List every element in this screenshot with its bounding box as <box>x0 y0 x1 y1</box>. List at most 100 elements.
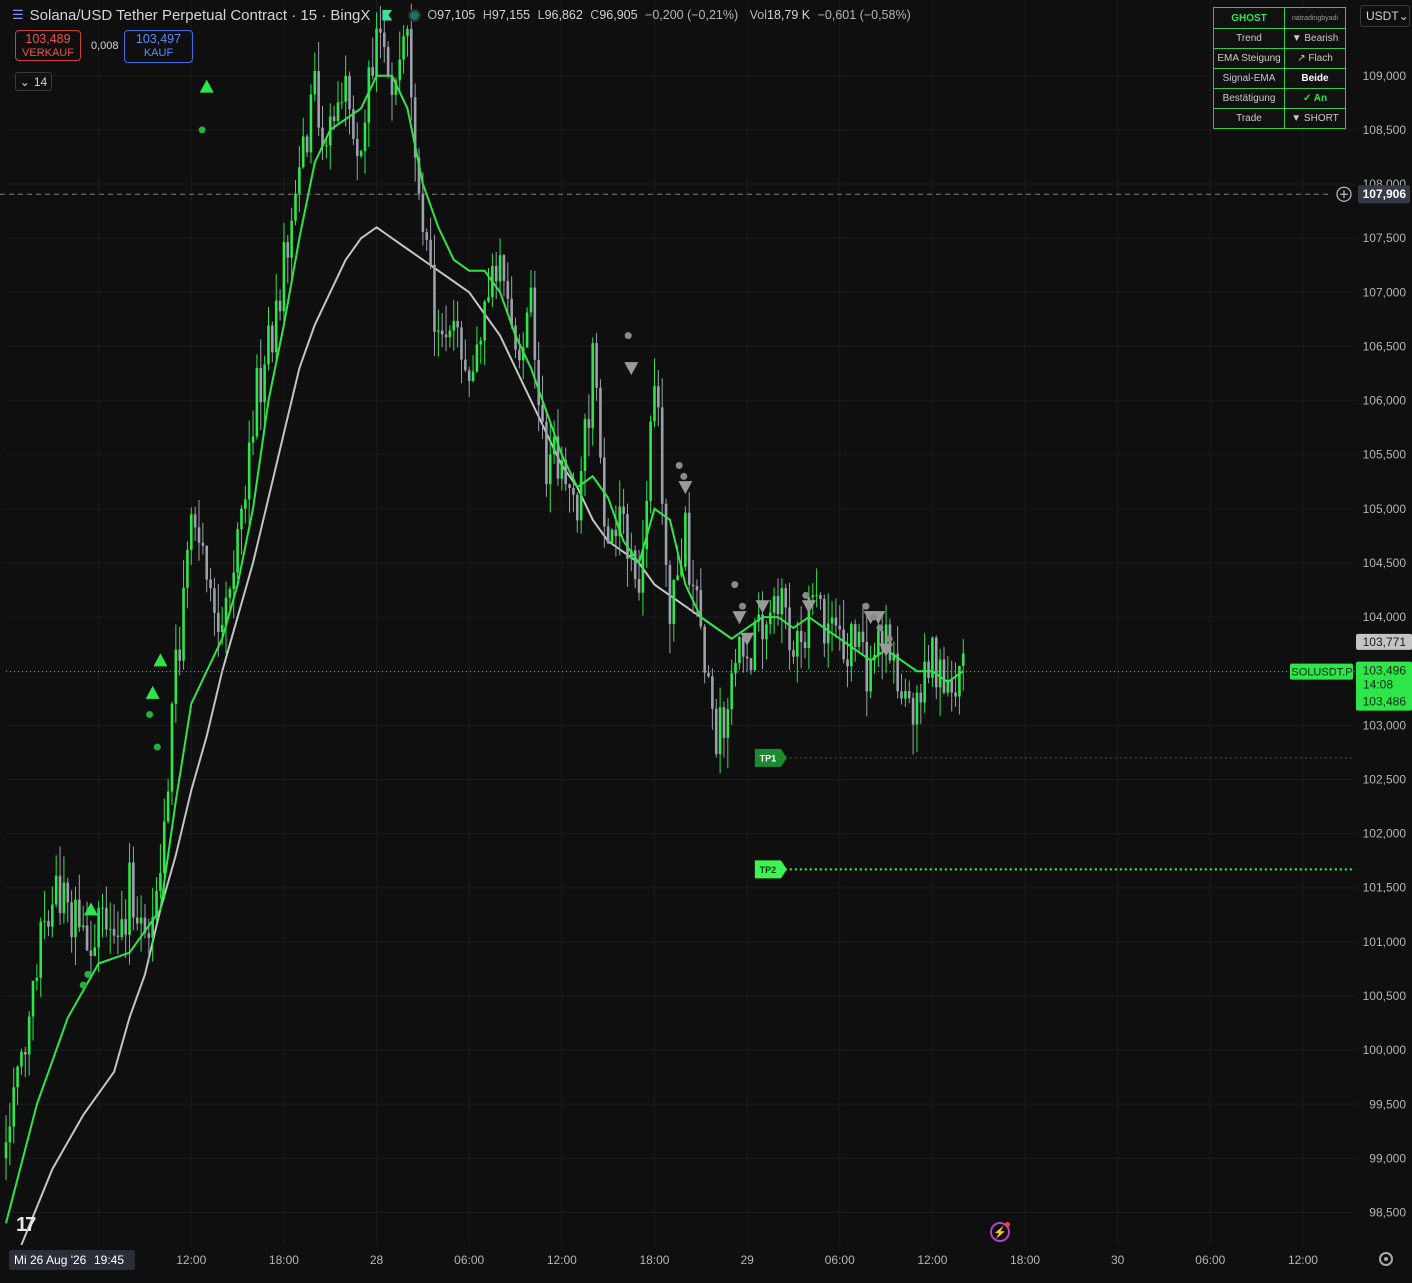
buy-signal-triangle <box>145 685 160 699</box>
price-chart[interactable]: TP1 TP2 98,500 99,000 99,500 100,000 100,500 1… <box>0 0 1412 1283</box>
candle-body <box>74 899 77 938</box>
candle-body <box>197 527 201 543</box>
candle-body <box>174 649 178 704</box>
candle-body <box>614 529 618 537</box>
candle-body <box>796 630 799 657</box>
candle-body <box>780 588 784 615</box>
gear-icon[interactable] <box>1379 1252 1393 1266</box>
candle-body <box>363 122 367 152</box>
lightning-icon[interactable]: ⚡ <box>990 1222 1010 1242</box>
candle-body <box>89 950 93 956</box>
symbol-title[interactable]: Solana/USD Tether Perpetual Contract · 1… <box>30 7 371 24</box>
currency-select[interactable]: USDT ⌄ <box>1360 5 1410 27</box>
ghost-row-label: GHOST <box>1214 8 1285 28</box>
candle-body <box>711 676 714 709</box>
candle-body <box>610 529 614 544</box>
candle-body <box>247 442 251 500</box>
candle-body <box>830 617 834 624</box>
candle-body <box>657 386 660 408</box>
time-axis[interactable]: 06:00 12:00 18:00 28 06:00 12:00 18:00 29 06:00 1… <box>0 1245 1412 1283</box>
candle-body <box>919 692 923 703</box>
candle-body <box>301 136 305 168</box>
candle-body <box>745 656 749 659</box>
candle-body <box>958 665 961 697</box>
y-tick-label: 107,500 <box>1363 231 1407 245</box>
candle-body <box>626 514 629 559</box>
ghost-row-0: GHOST natradingbyadi <box>1214 8 1345 28</box>
flag-icon[interactable] <box>382 9 393 21</box>
candle-body <box>135 917 139 924</box>
candle-body <box>803 641 807 649</box>
candle-body <box>961 653 965 666</box>
candle-body <box>877 630 880 655</box>
ohlc-values: O97,105 H97,155 L96,862 C96,905 −0,200 (… <box>427 8 911 22</box>
chevron-down-icon: ⌄ <box>19 74 30 89</box>
candle-body <box>726 709 730 738</box>
candle-body <box>633 550 637 580</box>
y-tick-label: 105,000 <box>1363 502 1407 516</box>
candle-body <box>552 436 556 455</box>
candle-body <box>911 698 915 725</box>
candle-body <box>942 659 946 693</box>
candle-body <box>950 679 953 693</box>
fast-ema-path <box>5 74 964 1224</box>
candle-body <box>240 508 243 530</box>
candle-body <box>494 265 498 282</box>
candle-body <box>772 596 776 613</box>
buy-dot <box>79 981 87 989</box>
sell-dot <box>731 581 739 589</box>
buy-button[interactable]: 103,497 KAUF <box>124 30 193 63</box>
ghost-row-value: ↗ Flach <box>1297 53 1333 64</box>
candle-body <box>444 334 448 338</box>
y-tick-label: 106,000 <box>1363 394 1407 408</box>
candle-body <box>622 506 625 515</box>
buy-dot <box>146 711 154 719</box>
y-tick-label: 103,000 <box>1363 718 1407 732</box>
candle-body <box>325 145 328 147</box>
x-tick-label: 06:00 <box>454 1253 484 1267</box>
candle-body <box>591 343 595 428</box>
candle-body <box>410 28 413 98</box>
y-tick-label: 105,500 <box>1363 448 1407 462</box>
candle-body <box>139 917 143 924</box>
candle-body <box>35 977 39 981</box>
candle-body <box>166 791 170 822</box>
candle-body <box>545 421 548 485</box>
candle-body <box>112 928 116 936</box>
x-tick-label: 12:00 <box>176 1253 206 1267</box>
candle-body <box>201 542 205 546</box>
x-tick-label: 06:00 <box>1195 1253 1225 1267</box>
candle-body <box>359 151 363 157</box>
candle-body <box>375 28 378 76</box>
sell-signal-triangle <box>755 600 770 614</box>
buy-label: KAUF <box>143 47 174 59</box>
current-price-label: 103,496 <box>1363 664 1407 678</box>
candle-body <box>456 320 459 328</box>
tradingview-logo-icon[interactable]: 17 <box>16 1214 36 1237</box>
candle-body <box>274 300 278 353</box>
ghost-row-label: Trade <box>1214 109 1285 128</box>
candle-body <box>792 650 795 657</box>
candle-body <box>278 300 282 312</box>
candle-body <box>51 904 54 927</box>
signal-markers <box>79 79 894 989</box>
candle-body <box>282 242 286 312</box>
candle-body <box>271 325 274 353</box>
candle-body <box>815 595 818 597</box>
candle-body <box>537 359 540 406</box>
indicators-collapse-button[interactable]: ⌄ 14 <box>15 72 52 91</box>
candle-body <box>498 255 502 282</box>
candle-body <box>31 980 35 1017</box>
hamburger-menu-icon[interactable]: ☰ <box>12 7 24 23</box>
candle-body <box>355 138 359 157</box>
candle-body <box>66 882 70 903</box>
sell-price: 103,489 <box>25 32 71 46</box>
y-tick-label: 108,500 <box>1363 123 1407 137</box>
candle-body <box>776 596 780 615</box>
sell-button[interactable]: 103,489 VERKAUF <box>15 30 81 61</box>
symbol-label: SOLUSDT.P <box>1291 667 1352 679</box>
candle-body <box>691 584 695 587</box>
candle-body <box>471 371 475 381</box>
candle-body <box>313 71 317 95</box>
candle-body <box>309 94 313 153</box>
